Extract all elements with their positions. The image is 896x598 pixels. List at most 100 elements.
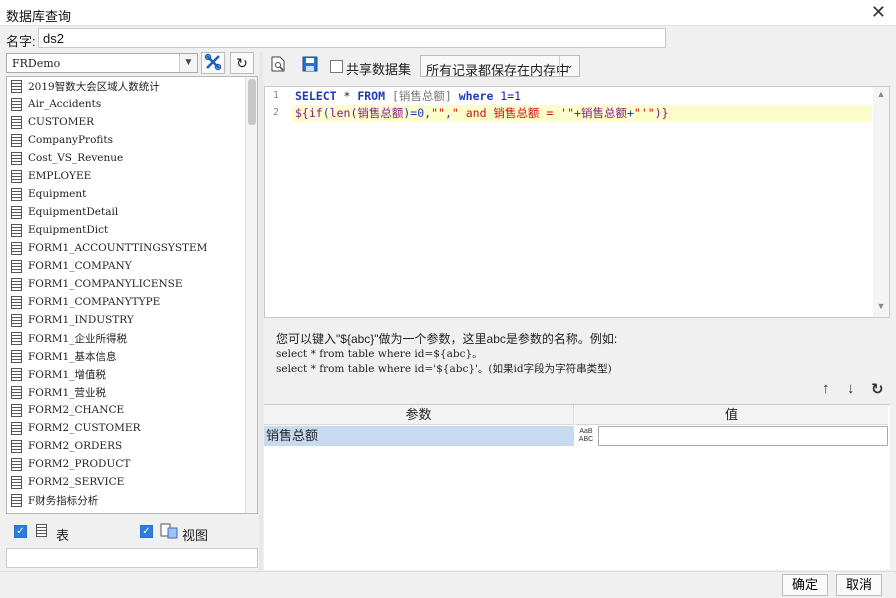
preview-icon (271, 56, 285, 72)
table-name: CompanyProfits (28, 134, 114, 146)
filter-row: ✓ 表 ✓ 视图 (6, 520, 258, 544)
editor-scrollbar[interactable]: ▲ ▼ (873, 87, 889, 317)
panel-splitter[interactable] (259, 52, 263, 570)
list-item[interactable]: FORM2_CHANCE (7, 401, 257, 419)
save-button[interactable] (300, 56, 320, 76)
list-item[interactable]: EquipmentDict (7, 221, 257, 239)
ok-button[interactable]: 确定 (782, 574, 828, 596)
param-name-header: 参数 (264, 405, 574, 425)
memory-mode-select[interactable]: 所有记录都保存在内存中 ⌄ (420, 55, 580, 78)
database-select[interactable]: FRDemo ▼ (6, 53, 198, 73)
table-name: FORM2_CHANCE (28, 404, 125, 416)
table-name: EMPLOYEE (28, 170, 92, 182)
share-dataset-checkbox[interactable] (330, 60, 343, 73)
table-name: FORM1_基本信息 (28, 350, 117, 363)
table-name: FORM1_COMPANYLICENSE (28, 278, 183, 290)
connection-config-button[interactable] (201, 52, 225, 74)
name-row: 名字: (0, 26, 896, 50)
refresh-icon: ↻ (236, 55, 248, 71)
scroll-up-icon[interactable]: ▲ (873, 89, 889, 103)
list-item[interactable]: FORM1_营业税 (7, 383, 257, 401)
table-icon (11, 259, 22, 273)
list-item[interactable]: FORM1_INDUSTRY (7, 311, 257, 329)
list-item[interactable]: FORM1_ACCOUNTTINGSYSTEM (7, 239, 257, 257)
list-item[interactable]: FORM2_SERVICE (7, 473, 257, 491)
query-toolbar: 共享数据集 所有记录都保存在内存中 ⌄ (264, 54, 892, 78)
table-icon (11, 367, 22, 381)
list-item[interactable]: FORM1_COMPANYLICENSE (7, 275, 257, 293)
list-item[interactable]: Air_Accidents (7, 95, 257, 113)
param-name-cell[interactable]: 销售总额 (264, 426, 574, 446)
table-icon (11, 169, 22, 183)
scrollbar-thumb[interactable] (248, 79, 256, 125)
dialog-footer: 确定 取消 (0, 571, 896, 598)
table-icon (11, 79, 22, 93)
table-name: Air_Accidents (28, 98, 102, 110)
table-search-input[interactable] (6, 548, 258, 568)
list-item[interactable]: FORM1_COMPANYTYPE (7, 293, 257, 311)
move-up-icon[interactable]: ↑ (822, 380, 830, 397)
name-input[interactable] (38, 28, 666, 48)
table-list: 2019智数大会区域人数统计 Air_Accidents CUSTOMER Compa… (6, 76, 258, 514)
views-checkbox[interactable]: ✓ (140, 525, 153, 538)
hint-line-1: 您可以键入"${abc}"做为一个参数，这里abc是参数的名称。例如: (276, 332, 618, 346)
table-icon (11, 349, 22, 363)
param-value-header: 值 (575, 405, 888, 425)
move-down-icon[interactable]: ↓ (847, 380, 855, 397)
parameter-hint: 您可以键入"${abc}"做为一个参数，这里abc是参数的名称。例如: sele… (276, 330, 876, 376)
table-icon (11, 403, 22, 417)
memory-mode-value: 所有记录都保存在内存中 (426, 63, 570, 78)
table-name: FORM2_ORDERS (28, 440, 123, 452)
table-icon (11, 223, 22, 237)
table-name: FORM2_SERVICE (28, 476, 125, 488)
table-icon (11, 295, 22, 309)
list-item[interactable]: F财务指标分析 (7, 491, 257, 509)
list-item[interactable]: FORM1_企业所得税 (7, 329, 257, 347)
table-icon (11, 151, 22, 165)
share-dataset-label: 共享数据集 (346, 62, 412, 77)
tables-checkbox[interactable]: ✓ (14, 525, 27, 538)
list-item[interactable]: FORM1_基本信息 (7, 347, 257, 365)
list-item[interactable]: FORM2_ORDERS (7, 437, 257, 455)
table-list-scrollbar[interactable] (245, 77, 257, 513)
refresh-button[interactable]: ↻ (230, 52, 254, 74)
table-icon (11, 205, 22, 219)
list-item[interactable]: FORM2_PRODUCT (7, 455, 257, 473)
views-label: 视图 (182, 528, 209, 543)
table-name: FORM1_企业所得税 (28, 332, 127, 345)
close-icon[interactable]: ✕ (871, 3, 886, 21)
chevron-down-icon[interactable]: ▼ (179, 54, 197, 72)
chevron-down-icon[interactable]: ⌄ (559, 56, 579, 76)
scroll-down-icon[interactable]: ▼ (873, 301, 889, 315)
sql-editor[interactable]: 1 2 SELECT * FROM [销售总额] where 1=1 ${if(… (264, 86, 890, 318)
refresh-params-icon[interactable]: ↻ (871, 380, 884, 398)
param-type-icon[interactable]: AaB ABC (575, 426, 597, 446)
list-item[interactable]: EMPLOYEE (7, 167, 257, 185)
list-item[interactable]: EquipmentDetail (7, 203, 257, 221)
preview-button[interactable] (268, 56, 288, 76)
line-number: 2 (273, 107, 280, 118)
list-item[interactable]: CUSTOMER (7, 113, 257, 131)
param-value-input[interactable] (598, 426, 888, 446)
table-name: FORM2_CUSTOMER (28, 422, 141, 434)
list-item[interactable]: Equipment (7, 185, 257, 203)
tables-label: 表 (56, 528, 70, 543)
table-row[interactable]: 销售总额 AaB ABC (264, 426, 890, 446)
list-item[interactable]: FORM1_COMPANY (7, 257, 257, 275)
cancel-button[interactable]: 取消 (836, 574, 882, 596)
list-item[interactable]: FORM1_增值税 (7, 365, 257, 383)
list-item[interactable]: 2019智数大会区域人数统计 (7, 77, 257, 95)
list-item[interactable]: FORM2_CUSTOMER (7, 419, 257, 437)
line-number: 1 (273, 90, 280, 101)
window-title: 数据库查询 (6, 9, 72, 24)
tools-icon (204, 53, 222, 71)
hint-line-3: select * from table where id='${abc}'。(如… (276, 363, 612, 375)
list-item[interactable]: CompanyProfits (7, 131, 257, 149)
list-item[interactable]: Cost_VS_Revenue (7, 149, 257, 167)
table-icon (11, 331, 22, 345)
table-name: CUSTOMER (28, 116, 95, 128)
table-name: EquipmentDetail (28, 206, 119, 218)
table-icon (11, 241, 22, 255)
table-icon (11, 421, 22, 435)
table-icon (11, 115, 22, 129)
